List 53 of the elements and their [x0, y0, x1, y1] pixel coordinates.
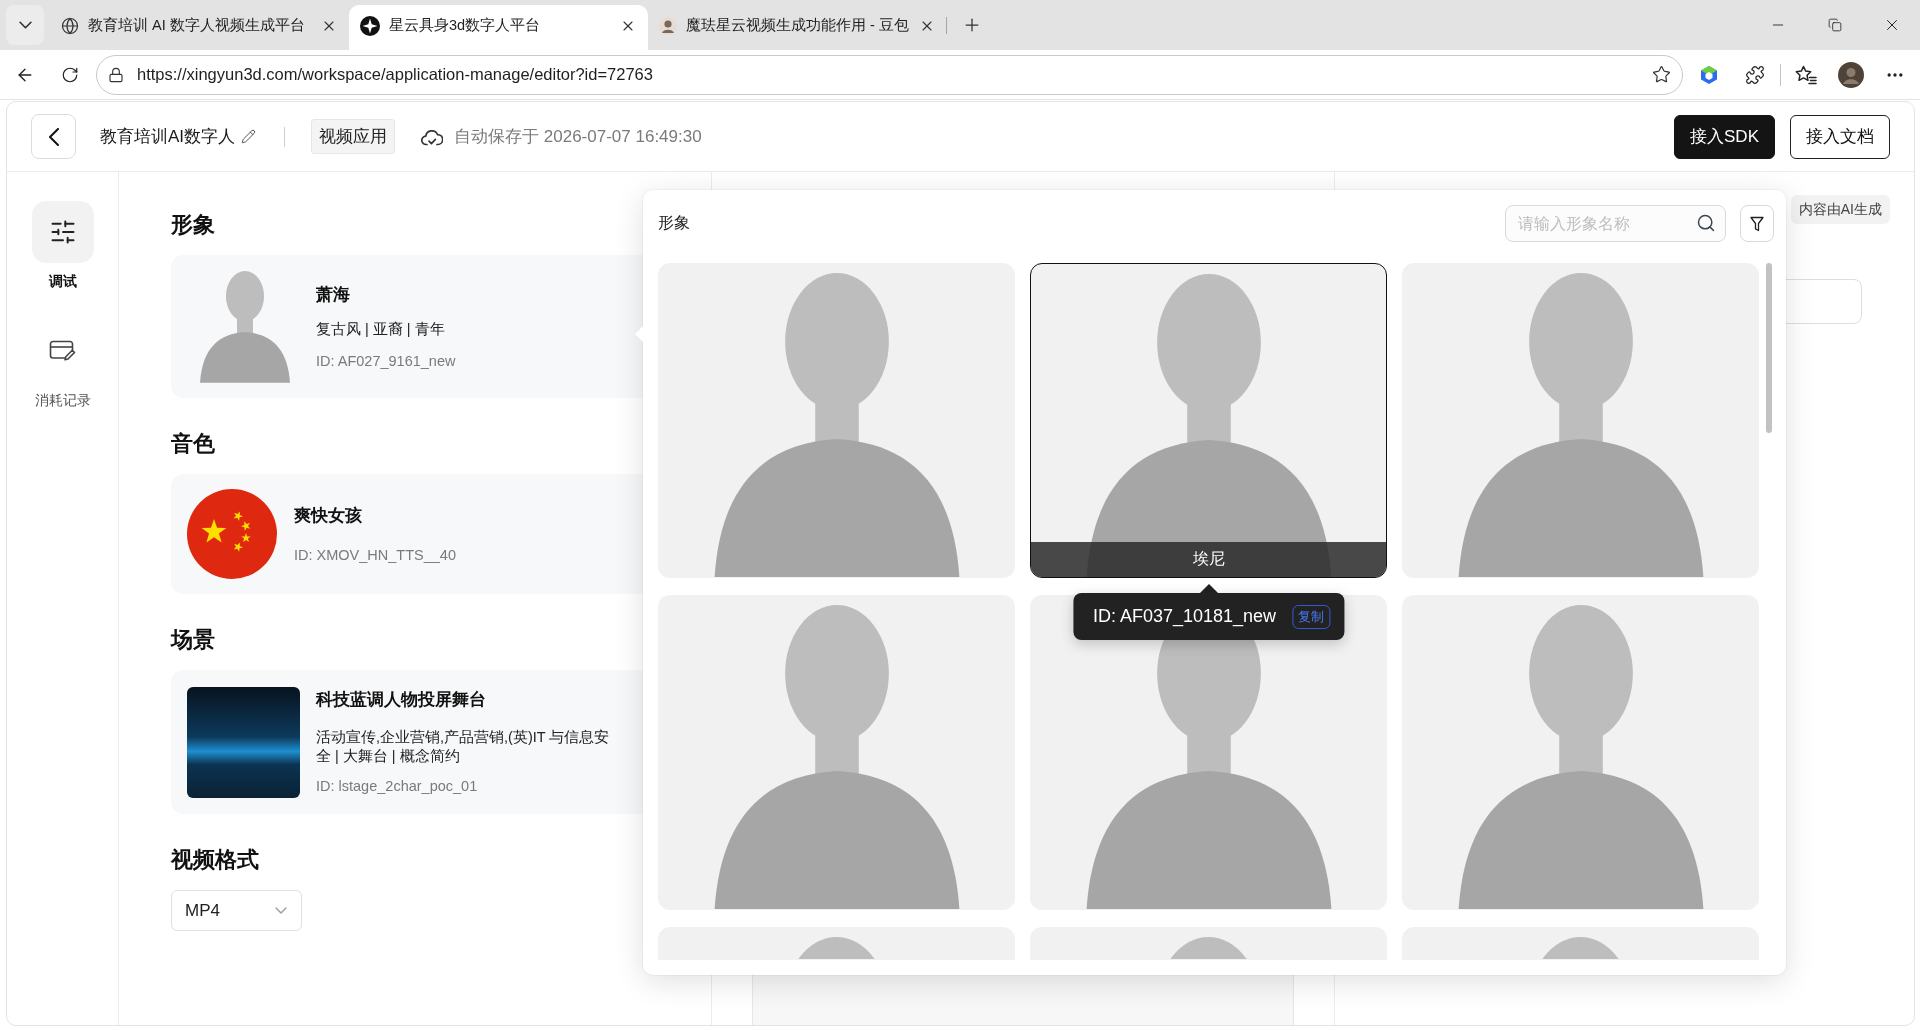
primary-button[interactable]: 接入SDK — [1674, 114, 1775, 159]
back-button[interactable] — [31, 114, 76, 159]
chevron-down-icon — [275, 907, 287, 914]
scene-name: 科技蓝调人物投屏舞台 — [316, 689, 486, 711]
voice-name: 爽快女孩 — [294, 504, 362, 527]
browser-tab[interactable]: 教育培训 AI 数字人视频生成平台 — [50, 5, 349, 50]
app-title: 教育培训AI数字人 — [100, 126, 236, 148]
cloud-icon — [421, 127, 444, 146]
filter-icon — [1750, 215, 1764, 232]
browser-tab[interactable]: 魔珐星云视频生成功能作用 - 豆包 — [648, 5, 947, 50]
star-icon[interactable] — [1652, 65, 1671, 84]
tooltip-text: ID: AF037_10181_new — [1092, 606, 1277, 627]
voice-id: ID: XMOV_HN_TTS__40 — [294, 545, 456, 565]
scene-description: 活动宣传,企业营销,产品营销,(英)IT 与信息安全 | 大舞台 | 概念简约 — [316, 728, 611, 766]
card-edit-icon — [48, 339, 77, 363]
search-field[interactable]: 请输入形象名称 — [1505, 205, 1726, 242]
avatar-name: 萧海 — [316, 283, 350, 306]
sidebar-label[interactable]: 消耗记录 — [34, 392, 91, 410]
chevron-down-icon — [18, 21, 32, 29]
profile-avatar-icon[interactable] — [1838, 61, 1864, 88]
browser-tab[interactable]: 星云具身3d数字人平台 — [349, 5, 648, 50]
avatar-icon — [659, 16, 677, 35]
restore-icon[interactable] — [1827, 18, 1842, 32]
format-select[interactable]: MP4 — [171, 890, 302, 931]
chevron-left-icon — [48, 127, 59, 146]
sidebar-label[interactable]: 调试 — [48, 273, 77, 291]
lock-icon — [108, 66, 124, 83]
avatar-option-name: 埃尼 — [1031, 542, 1386, 577]
avatar-id: ID: AF027_9161_new — [316, 351, 456, 371]
favorites-icon[interactable] — [1795, 64, 1817, 85]
ai-content-badge: 内容由AI生成 — [1790, 195, 1890, 224]
scene-id: ID: lstage_2char_poc_01 — [316, 777, 478, 796]
scrollbar-thumb[interactable] — [1766, 263, 1772, 433]
sidebar-button[interactable] — [31, 201, 94, 263]
reload-icon[interactable] — [61, 65, 79, 84]
globe-icon — [61, 16, 79, 35]
filter-button[interactable] — [1740, 205, 1774, 242]
edit-icon[interactable] — [241, 129, 257, 144]
compass-star-icon — [360, 15, 380, 36]
flag-icon — [187, 489, 277, 579]
app-type-tag: 视频应用 — [311, 119, 396, 154]
avatar-tags: 复古风 | 亚裔 | 青年 — [316, 318, 445, 339]
section-heading: 场景 — [171, 626, 215, 654]
autosave-status: 自动保存于 2026-07-07 16:49:30 — [454, 126, 702, 148]
avatar-option[interactable]: 埃尼 — [1030, 263, 1387, 578]
section-heading: 音色 — [171, 430, 215, 458]
outline-button[interactable]: 接入文档 — [1790, 114, 1890, 159]
hexagon-icon[interactable] — [1699, 64, 1719, 85]
search-icon[interactable] — [1696, 213, 1716, 233]
puzzle-icon[interactable] — [1745, 64, 1765, 85]
popover-title: 形象 — [658, 213, 690, 233]
section-heading: 形象 — [171, 211, 215, 239]
section-heading: 视频格式 — [171, 846, 259, 874]
